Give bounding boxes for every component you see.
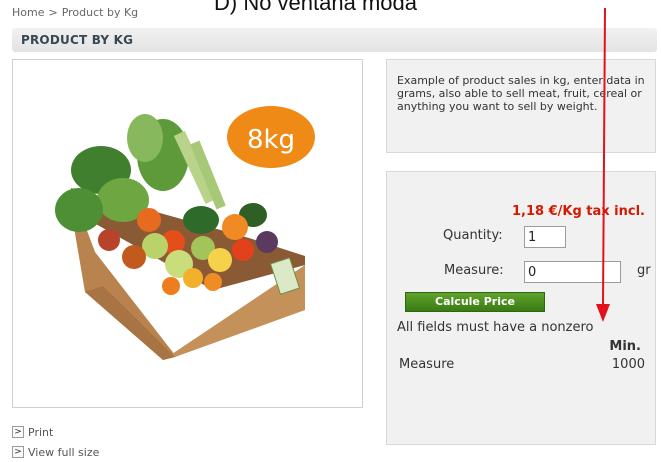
quantity-input[interactable] [524,226,566,248]
validation-message: All fields must have a nonzero [397,320,594,335]
image-links: > Print > View full size [12,422,99,462]
breadcrumb-current: Product by Kg [61,6,139,19]
view-full-size-label: View full size [28,445,100,459]
badge-text: 8kg [247,125,295,155]
min-row-value: 1000 [611,357,645,372]
annotation-label: D) No ventana moda [214,0,417,15]
min-column-header: Min. [609,339,641,354]
breadcrumb-home-link[interactable]: Home [12,6,44,19]
quantity-label: Quantity: [443,228,503,243]
min-row-label: Measure [399,357,455,372]
arrow-right-icon: > [12,426,24,438]
price-panel: 1,18 €/Kg tax incl. Quantity: Measure: g… [386,171,656,445]
measure-unit: gr [637,263,651,278]
page-title: PRODUCT BY KG [12,28,657,52]
calculate-price-button[interactable]: Calcule Price [405,292,545,312]
price-per-kg: 1,18 €/Kg tax incl. [511,204,645,219]
view-full-size-link[interactable]: > View full size [12,442,99,462]
measure-input[interactable] [524,261,621,283]
measure-label: Measure: [444,263,504,278]
breadcrumb: Home > Product by Kg [12,6,138,19]
product-description: Example of product sales in kg, enter da… [386,59,656,153]
arrow-right-icon: > [12,446,24,458]
breadcrumb-separator: > [48,6,58,19]
print-link[interactable]: > Print [12,422,99,442]
print-link-label: Print [28,425,54,439]
product-image[interactable]: 8kg [12,59,363,408]
vegetable-box-illustration: 8kg [55,106,315,360]
